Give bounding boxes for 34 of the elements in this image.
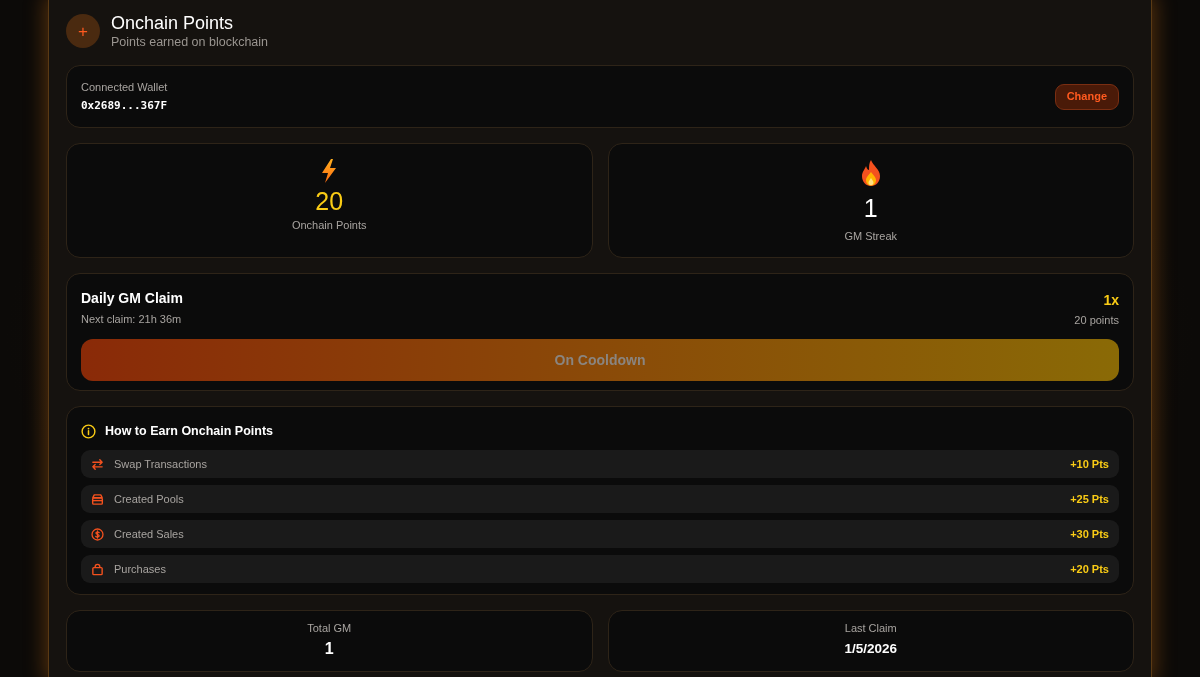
info-icon [81,423,96,439]
earn-points: +30 Pts [1070,526,1109,542]
stat-label: GM Streak [844,230,898,243]
change-button[interactable]: Change [1054,83,1119,110]
stat-label: Onchain Points [291,219,367,232]
multiplier-value: 1x [1103,292,1119,308]
wallet-address: 0x2689...367F [81,99,168,112]
summary-value: 1 [324,640,334,658]
summary-label: Last Claim [844,622,897,635]
section-title: How to Earn Onchain Points [105,422,274,440]
earn-label: Created Sales [114,526,184,542]
dollar-coin-icon [91,527,104,541]
wallet-label: Connected Wallet [81,81,168,94]
shopping-bag-icon [91,562,104,576]
earn-points: +10 Pts [1070,456,1109,472]
points-text: 20 points [1074,314,1119,327]
earn-label: Created Pools [114,491,184,507]
plus-icon: + [66,14,100,48]
page-title: Onchain Points [111,12,235,34]
earn-points: +20 Pts [1070,561,1109,577]
stat-value: 1 [863,193,878,223]
container-icon [91,492,104,506]
next-claim-text: Next claim: 21h 36m [81,313,183,326]
earn-label: Swap Transactions [114,456,207,472]
lightning-icon [321,159,338,183]
earn-points: +25 Pts [1070,491,1109,507]
summary-label: Total GM [307,622,352,635]
summary-value: 1/5/2026 [844,640,898,658]
claim-title: Daily GM Claim [81,290,183,306]
stat-value: 20 [315,186,344,216]
flame-icon [860,160,881,186]
swap-arrows-icon [91,457,104,471]
page-subtitle: Points earned on blockchain [111,34,269,50]
earn-label: Purchases [114,561,166,577]
